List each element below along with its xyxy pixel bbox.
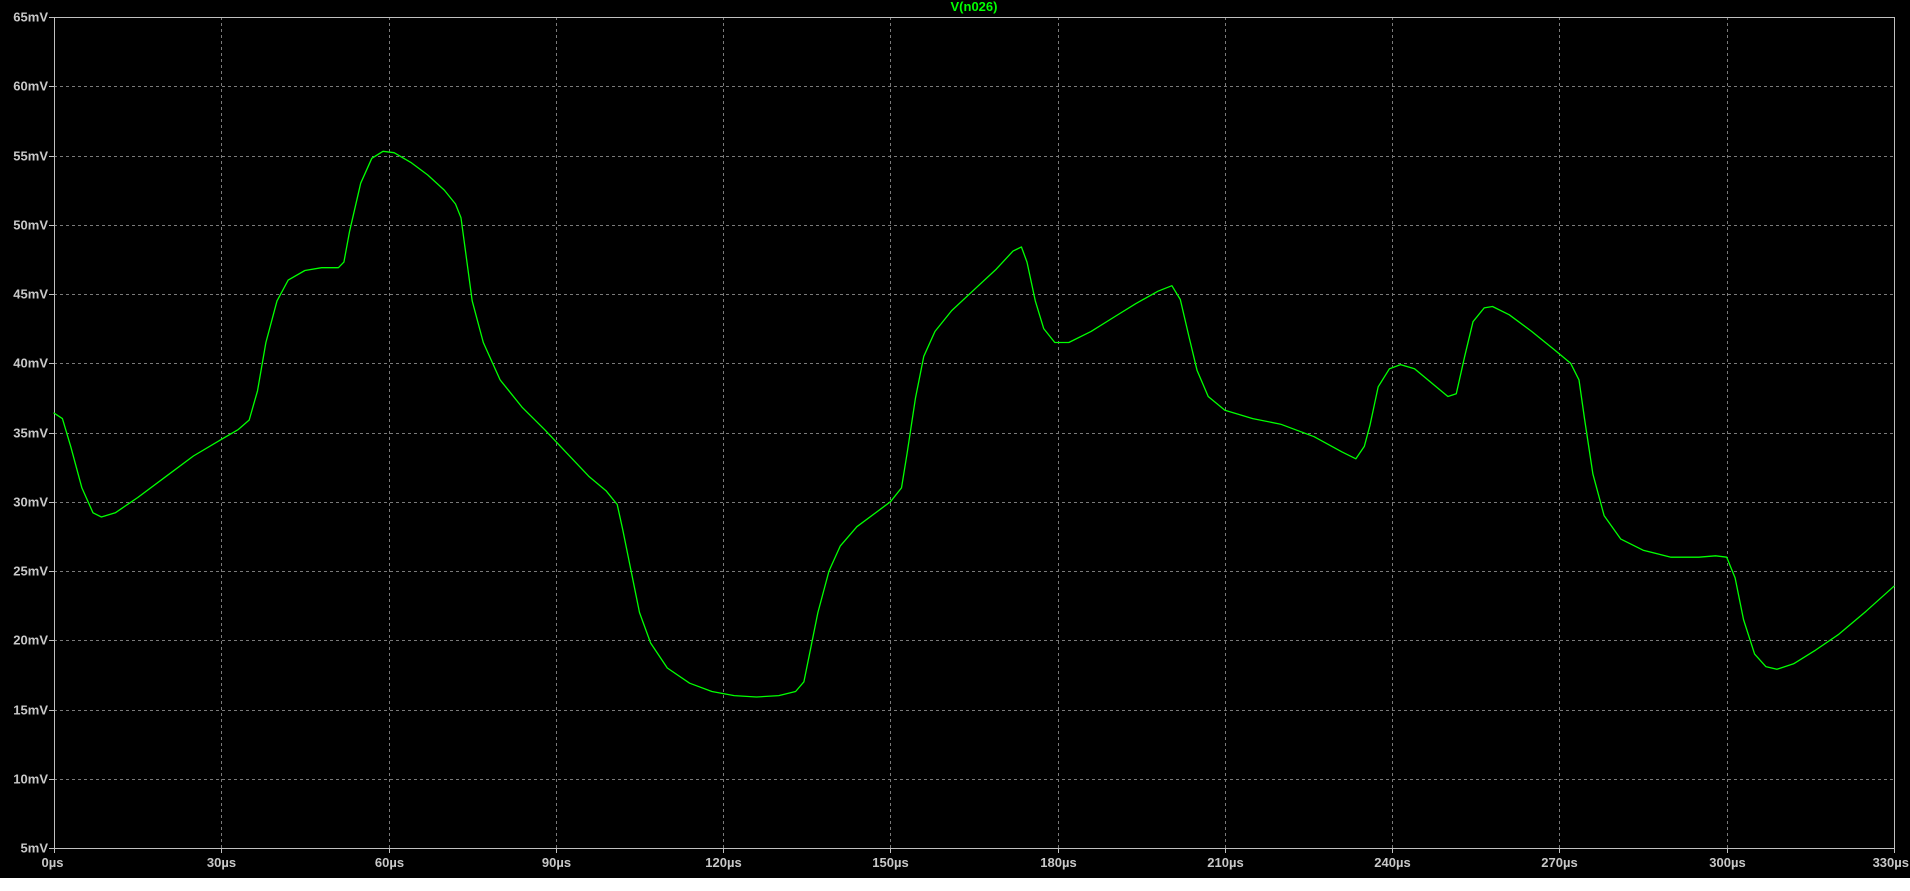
x-tick-label: 90µs: [542, 855, 571, 870]
plot-area[interactable]: 5mV 10mV 15mV 20mV 25mV 30mV 35mV 40mV 45mV 50mV 5…: [0, 0, 1910, 886]
y-tick-label: 5mV: [21, 841, 49, 856]
trace-title[interactable]: V(n026): [951, 0, 998, 14]
waveform-viewer: 5mV 10mV 15mV 20mV 25mV 30mV 35mV 40mV 45mV 50mV 5…: [0, 0, 1910, 886]
x-tick-label: 180µs: [1040, 855, 1076, 870]
y-tick-label: 15mV: [13, 703, 48, 718]
x-tick-label: 60µs: [375, 855, 404, 870]
y-tick-label: 25mV: [13, 564, 48, 579]
x-tick-label: 270µs: [1541, 855, 1577, 870]
y-tick-label: 50mV: [13, 218, 48, 233]
y-tick-label: 40mV: [13, 356, 48, 371]
x-tick-label: 0µs: [42, 855, 64, 870]
y-tick-label: 55mV: [13, 149, 48, 164]
y-tick-label: 20mV: [13, 633, 48, 648]
y-tick-label: 30mV: [13, 495, 48, 510]
y-tick-label: 45mV: [13, 287, 48, 302]
x-tick-label: 150µs: [872, 855, 908, 870]
x-tick-label: 210µs: [1207, 855, 1243, 870]
y-tick-label: 10mV: [13, 772, 48, 787]
plot-background: [0, 0, 1910, 878]
y-tick-label: 35mV: [13, 426, 48, 441]
x-tick-label: 330µs: [1873, 855, 1909, 870]
x-tick-label: 240µs: [1374, 855, 1410, 870]
y-tick-label: 65mV: [13, 10, 48, 25]
x-tick-label: 300µs: [1709, 855, 1745, 870]
x-tick-label: 120µs: [705, 855, 741, 870]
x-tick-label: 30µs: [207, 855, 236, 870]
y-tick-label: 60mV: [13, 79, 48, 94]
